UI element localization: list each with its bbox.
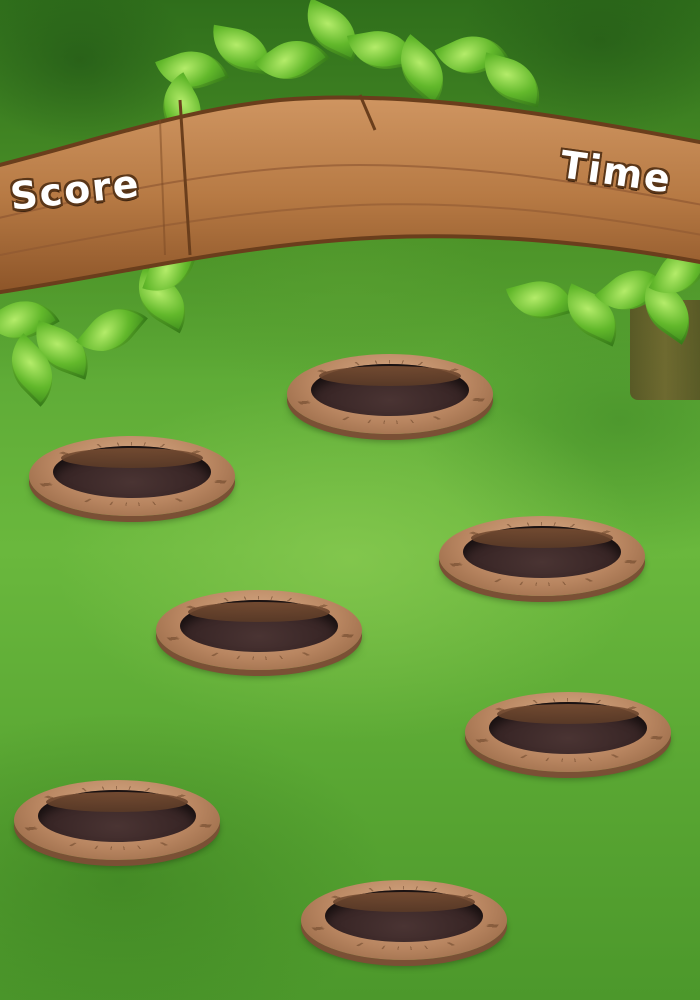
mole-hole[interactable] <box>279 354 501 440</box>
mole-hole[interactable] <box>21 436 243 522</box>
mole-hole[interactable] <box>148 590 370 676</box>
mole-hole[interactable] <box>457 692 679 778</box>
mole-hole[interactable] <box>6 780 228 866</box>
mole-hole[interactable] <box>293 880 515 966</box>
game-stage: Score Time <box>0 0 700 1000</box>
mole-hole[interactable] <box>431 516 653 602</box>
